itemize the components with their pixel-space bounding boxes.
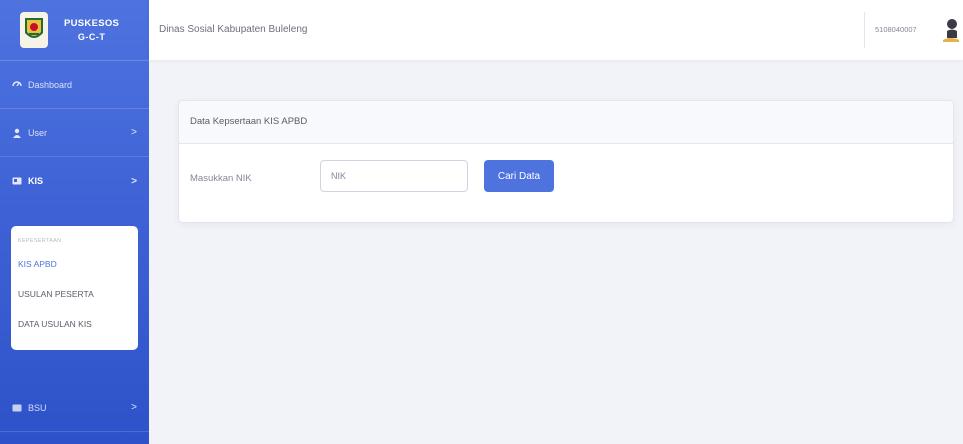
kis-icon — [12, 176, 22, 186]
sidebar-brand[interactable]: PUSKESOS G-C-T — [0, 0, 149, 61]
chevron-right-icon: > — [131, 402, 137, 413]
bsu-icon — [12, 403, 22, 413]
user-avatar-icon[interactable] — [943, 18, 959, 42]
sidebar-item-label: KIS — [28, 176, 44, 186]
submenu-item-usulan-peserta[interactable]: USULAN PESERTA — [11, 280, 138, 310]
sidebar-item-label: BSU — [28, 402, 47, 413]
chevron-right-icon: > — [131, 175, 137, 187]
topbar-divider — [864, 12, 865, 48]
user-icon — [12, 128, 22, 138]
organization-name: Dinas Sosial Kabupaten Buleleng — [159, 24, 308, 35]
sidebar-item-dashboard[interactable]: Dashboard — [0, 61, 149, 109]
sidebar: PUSKESOS G-C-T Dashboard User > KIS > KE… — [0, 0, 149, 444]
sidebar-item-label: User — [28, 127, 48, 138]
user-id[interactable]: 5108040007 — [875, 25, 917, 34]
submenu-item-data-usulan-kis[interactable]: DATA USULAN KIS — [11, 310, 138, 340]
search-button[interactable]: Cari Data — [484, 160, 554, 192]
kis-apbd-card: Data Kepsertaan KIS APBD Masukkan NIK Ca… — [178, 100, 954, 223]
sidebar-item-bsu[interactable]: BSU > — [0, 384, 149, 432]
brand-title: PUSKESOS — [64, 18, 120, 29]
sidebar-item-user[interactable]: User > — [0, 109, 149, 157]
kis-submenu: KEPESERTAAN KIS APBD USULAN PESERTA DATA… — [11, 226, 138, 350]
card-title: Data Kepsertaan KIS APBD — [179, 101, 953, 144]
dashboard-icon — [12, 80, 22, 90]
nik-input[interactable] — [320, 160, 468, 192]
submenu-item-kis-apbd[interactable]: KIS APBD — [11, 250, 138, 280]
submenu-header: KEPESERTAAN — [18, 238, 62, 244]
brand-subtitle: G-C-T — [77, 32, 106, 42]
nik-label: Masukkan NIK — [190, 173, 252, 184]
topbar: Dinas Sosial Kabupaten Buleleng 51080400… — [149, 0, 963, 60]
sidebar-item-label: Dashboard — [28, 79, 73, 90]
sidebar-item-kis[interactable]: KIS > — [0, 157, 149, 205]
puskesos-logo — [20, 12, 48, 48]
chevron-right-icon: > — [131, 127, 137, 138]
